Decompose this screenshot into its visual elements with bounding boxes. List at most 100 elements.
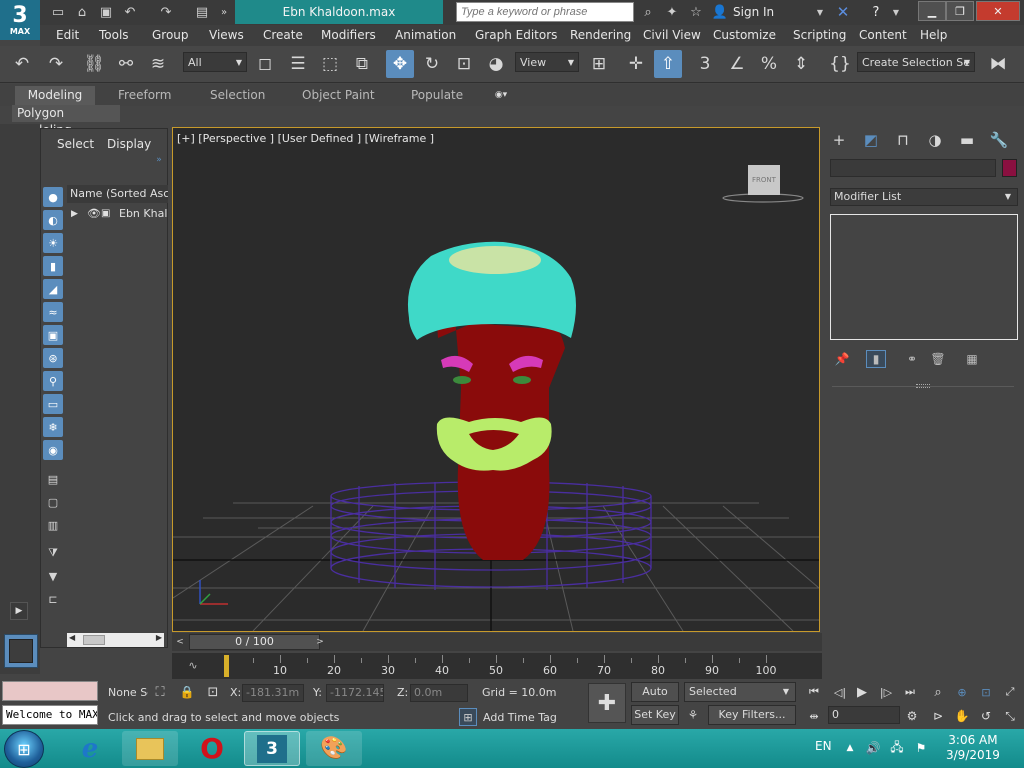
ribbon-tab-freeform[interactable]: Freeform [110,86,179,105]
remove-modifier-icon[interactable]: 🗑 [928,350,948,368]
undo-quick-icon[interactable]: ↶ [120,3,140,21]
object-color-swatch[interactable] [1002,159,1017,177]
add-time-tag-button[interactable]: Add Time Tag [483,711,557,724]
link-icon[interactable]: ⛓ [80,50,108,78]
snap-icon[interactable]: 3 [691,50,719,78]
undo-icon[interactable]: ↶ [8,50,36,78]
collapse-chevron-icon[interactable]: » [153,155,165,165]
spinner-snap-icon[interactable]: ⇕ [787,50,815,78]
rollout-grip[interactable] [916,384,930,388]
language-indicator[interactable]: EN [815,739,832,753]
current-frame-marker[interactable] [224,655,229,677]
z-coordinate-field[interactable]: 0.0m [410,684,468,702]
file-explorer-icon[interactable] [122,731,178,766]
redo-quick-icon[interactable]: ↷ [156,3,176,21]
menu-scripting[interactable]: Scripting [791,25,848,46]
object-name-field[interactable] [830,159,996,177]
hierarchy-tab-icon[interactable]: ⊓ [890,128,916,152]
internet-explorer-icon[interactable]: e [62,731,118,766]
modifier-stack[interactable] [830,214,1018,340]
opera-icon[interactable]: O [184,731,240,766]
rotate-icon[interactable]: ↻ [418,50,446,78]
scene-explorer-column-header[interactable]: Name (Sorted Ascending) [67,185,168,203]
play-icon[interactable]: ▶ [852,683,872,701]
mirror-icon[interactable]: ⧓ [984,50,1012,78]
visibility-eye-icon[interactable]: 👁 [87,205,101,223]
scene-explorer-tab-select[interactable]: Select [57,137,94,151]
unlink-icon[interactable]: ⚯ [112,50,140,78]
display-lights-icon[interactable]: ☀ [43,233,63,253]
communication-center-icon[interactable]: ✦ [662,3,682,21]
paint-icon[interactable]: 🎨 [306,731,362,766]
select-object-icon[interactable]: ◻ [251,50,279,78]
pin-stack-icon[interactable]: 📌 [832,350,852,368]
key-mode-toggle-icon[interactable]: ⇹ [804,707,824,725]
network-icon[interactable]: 🖧 [888,739,906,757]
edit-named-selection-icon[interactable]: {} [826,50,854,78]
key-mode-dropdown[interactable]: Selected ▼ [684,682,796,702]
scene-explorer-tab-display[interactable]: Display [107,137,151,151]
next-key-icon[interactable]: |▷ [876,683,896,701]
time-tag-icon[interactable]: ⊞ [459,708,477,726]
action-center-flag-icon[interactable]: ⚑ [912,739,930,757]
current-frame-field[interactable]: 0 [828,706,900,724]
help-chevron-icon[interactable]: ▼ [890,4,902,20]
time-configuration-icon[interactable]: ⚙ [902,707,922,725]
scale-icon[interactable]: ⊡ [450,50,478,78]
maxscript-mini-listener-output[interactable] [2,681,98,701]
window-crossing-icon[interactable]: ⧉ [348,50,376,78]
sign-in-chevron-icon[interactable]: ▼ [814,4,826,20]
display-groups-icon[interactable]: ▣ [43,325,63,345]
system-clock[interactable]: 3:06 AM 3/9/2019 [946,733,1000,763]
time-slider-thumb[interactable]: 0 / 100 [189,634,320,650]
ribbon-tab-modeling[interactable]: Modeling [15,86,95,105]
x-coordinate-field[interactable]: -181.31m [242,684,304,702]
display-all-icon[interactable]: ▤ [43,469,63,489]
motion-tab-icon[interactable]: ◑ [922,128,948,152]
rectangular-selection-icon[interactable]: ⬚ [316,50,344,78]
ribbon-tab-object-paint[interactable]: Object Paint [294,86,383,105]
modify-tab-icon[interactable]: ◩ [858,128,884,152]
search-input[interactable] [456,2,634,22]
utilities-tab-icon[interactable]: 🔧 [986,128,1012,152]
previous-frame-icon[interactable]: < [174,635,186,649]
modifier-list-dropdown[interactable]: Modifier List ▼ [830,188,1018,206]
menu-modifiers[interactable]: Modifiers [319,25,378,46]
ribbon-tab-populate[interactable]: Populate [403,86,471,105]
place-icon[interactable]: ◕ [482,50,510,78]
make-unique-icon[interactable]: ⚭ [902,350,922,368]
field-of-view-icon[interactable]: ⊳ [928,707,948,725]
previous-key-icon[interactable]: ◁| [830,683,850,701]
menu-rendering[interactable]: Rendering [568,25,633,46]
binoculars-icon[interactable]: ⌕ [638,3,658,21]
track-bar[interactable]: ∿ 10 20 30 40 50 60 70 80 90 100 [172,653,822,679]
show-end-result-icon[interactable]: ▮ [866,350,886,368]
zoom-extents-icon[interactable]: ⊡ [976,683,996,701]
filter-icon[interactable]: ▼ [43,566,63,586]
menu-civil-view[interactable]: Civil View [641,25,703,46]
reference-coordinate-dropdown[interactable]: View ▼ [515,52,579,72]
menu-edit[interactable]: Edit [54,25,81,46]
scene-explorer-row[interactable]: ▶ 👁 ▣ Ebn Khaldoon [67,205,168,223]
scroll-right-icon[interactable]: ▶ [156,633,162,642]
display-shapes-icon[interactable]: ◐ [43,210,63,230]
pivot-icon[interactable]: ⊞ [585,50,613,78]
create-tab-icon[interactable]: + [826,128,852,152]
minimize-button[interactable]: ▁ [918,1,946,21]
menu-customize[interactable]: Customize [711,25,778,46]
display-hidden-icon[interactable]: ◉ [43,440,63,460]
app-logo[interactable]: 3 MAX [0,0,40,40]
go-to-end-icon[interactable]: ⏭ [900,683,920,701]
new-file-icon[interactable]: ▭ [48,3,68,21]
named-selection-dropdown[interactable]: Create Selection Se ▼ [857,52,975,72]
time-slider[interactable]: < 0 / 100 > [172,633,822,651]
viewcube[interactable]: FRONT [748,165,780,195]
layer-icon[interactable]: ⊏ [43,589,63,609]
select-by-name-icon[interactable]: ☰ [284,50,312,78]
3ds-max-taskbar-icon[interactable]: 3 [244,731,300,766]
auto-key-button[interactable]: Auto Key [631,682,679,716]
overflow-chevron-icon[interactable]: » [214,3,234,21]
display-frozen-icon[interactable]: ❄ [43,417,63,437]
help-icon[interactable]: ? [866,3,886,21]
display-tab-icon[interactable]: ▬ [954,128,980,152]
